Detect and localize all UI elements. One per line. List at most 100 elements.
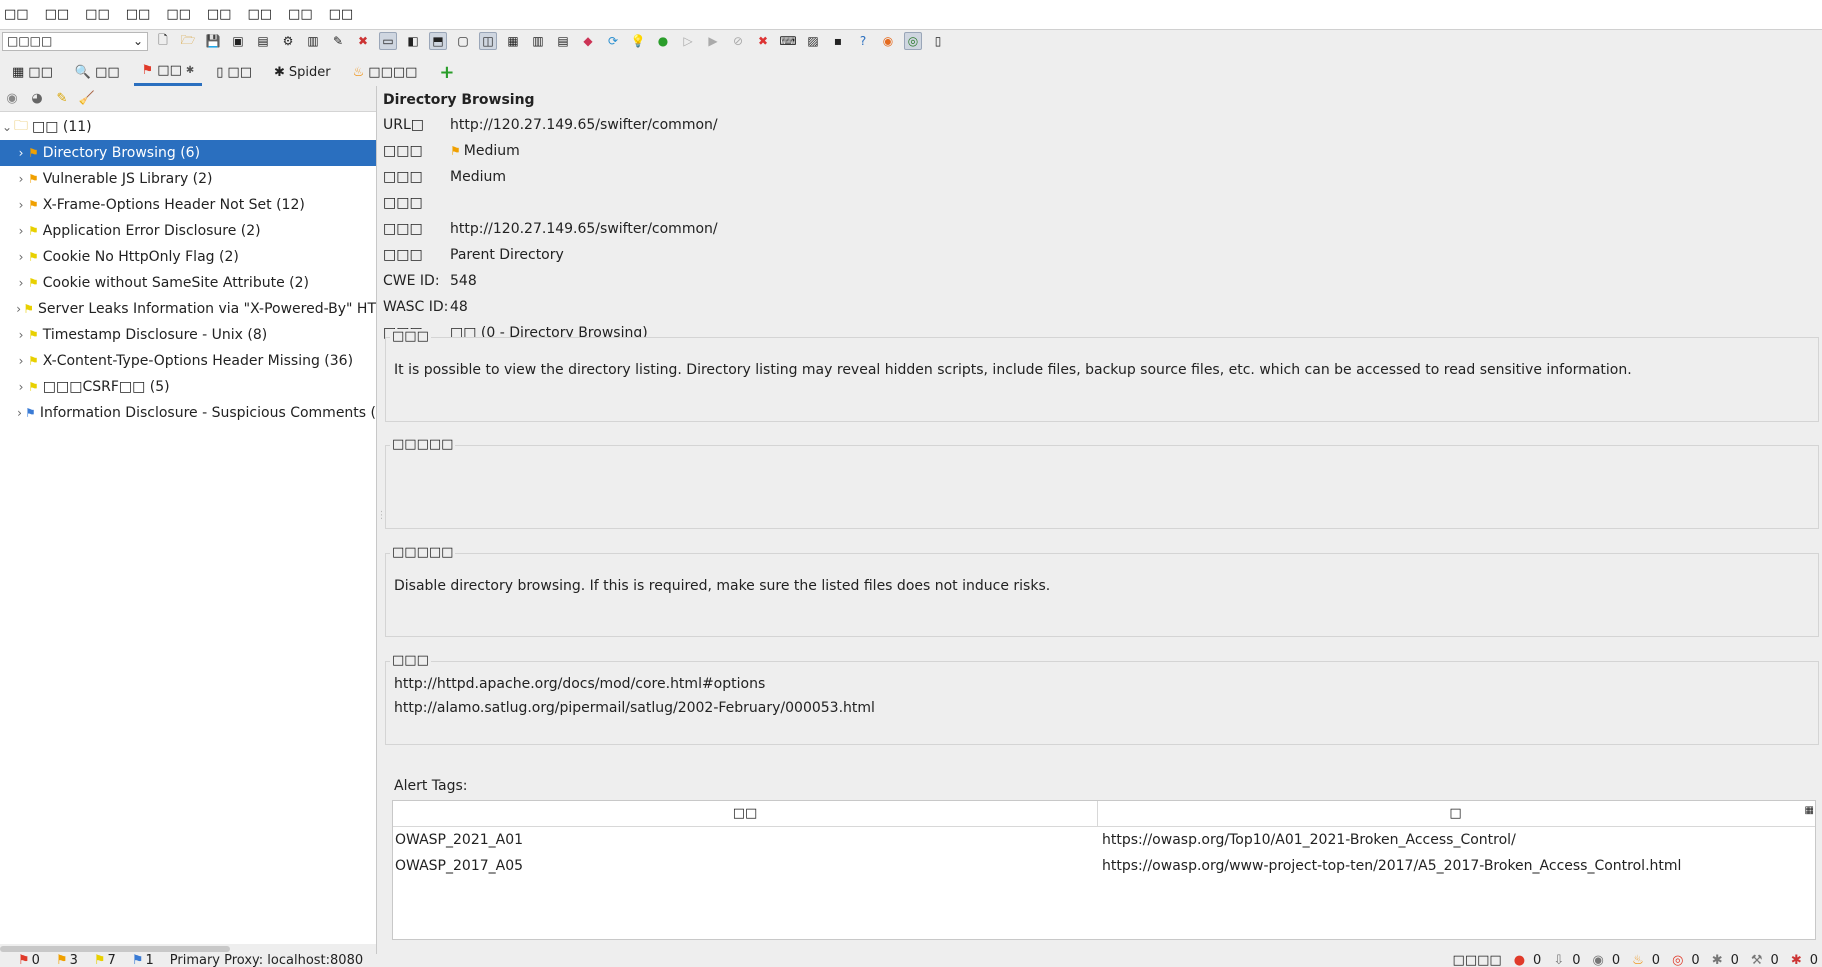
alert-count: ⚑ 7 — [94, 953, 124, 967]
scan-count: ✱ 0 — [1785, 953, 1818, 967]
new-session-icon[interactable]: 🗋 — [154, 32, 172, 50]
chevron-down-icon: ⌄ — [132, 34, 143, 48]
start-icon[interactable]: ● — [654, 32, 672, 50]
show-tab-names-icon[interactable]: ▭ — [379, 32, 397, 50]
layout-grid-icon[interactable]: ▦ — [504, 32, 522, 50]
table-row[interactable]: OWASP_2021_A01 https://owasp.org/Top10/A0… — [393, 827, 1815, 853]
chevron-right-icon[interactable]: › — [14, 224, 28, 238]
column-control-icon[interactable]: ▦ — [1805, 805, 1814, 816]
tree-alert-item[interactable]: › ⚑ Timestamp Disclosure - Unix (8) — [0, 322, 376, 348]
chevron-right-icon[interactable]: › — [14, 302, 23, 316]
layout-left-icon[interactable]: ◧ — [404, 32, 422, 50]
tree-alert-item[interactable]: › ⚑ Information Disclosure - Suspicious Co… — [0, 400, 376, 426]
menu-import[interactable]: □□ — [247, 7, 272, 22]
tab-active-scan[interactable]: ♨ □□□□ — [345, 58, 426, 86]
add-tab-icon[interactable]: + — [439, 58, 454, 86]
tree-alert-item[interactable]: › ⚑ Cookie without SameSite Attribute (2) — [0, 270, 376, 296]
tab-output[interactable]: ▯ □□ — [208, 58, 260, 86]
stop-icon[interactable]: ⊘ — [729, 32, 747, 50]
pin-icon[interactable]: ✱ — [186, 65, 194, 76]
scripts-icon[interactable]: ▨ — [804, 32, 822, 50]
step-icon[interactable]: ▷ — [679, 32, 697, 50]
notes-icon[interactable]: ▯ — [929, 32, 947, 50]
tab-spider[interactable]: ✱ Spider — [266, 58, 339, 86]
tab-alerts[interactable]: ⚑ □□ ✱ — [133, 58, 203, 86]
tab-alerts-label: □□ — [157, 63, 182, 78]
menu-view[interactable]: □□ — [85, 7, 110, 22]
drop-icon[interactable]: ✖ — [754, 32, 772, 50]
refresh-icon[interactable]: ⟳ — [604, 32, 622, 50]
tree-alert-item[interactable]: › ⚑ X-Frame-Options Header Not Set (12) — [0, 192, 376, 218]
tree-alert-item[interactable]: › ⚑ Vulnerable JS Library (2) — [0, 166, 376, 192]
tree-root[interactable]: ⌄ 🗀 □□ (11) — [0, 114, 376, 140]
save-session-icon[interactable]: 💾 — [204, 32, 222, 50]
layout-split-icon[interactable]: ◫ — [479, 32, 497, 50]
tree-alert-label: Vulnerable JS Library (2) — [42, 171, 213, 187]
delete-context-icon[interactable]: ✖ — [354, 32, 372, 50]
tag-link-cell[interactable]: https://owasp.org/Top10/A01_2021-Broken_… — [1098, 832, 1813, 848]
scrollbar-thumb[interactable] — [0, 946, 230, 952]
tree-alert-item[interactable]: › ⚑ Cookie No HttpOnly Flag (2) — [0, 244, 376, 270]
menu-tools[interactable]: □□ — [207, 7, 232, 22]
main-toolbar: □□□□ ⌄ 🗋 🗁 💾 ▣ ▤ ⚙ ▥ ✎ ✖ ▭ ◧ ⬒ ▢ ◫ ▦ ▥ ▤… — [0, 30, 1822, 52]
lightbulb-icon[interactable]: 💡 — [629, 32, 647, 50]
firefox-icon[interactable]: ◉ — [879, 32, 897, 50]
reference-link[interactable]: http://httpd.apache.org/docs/mod/core.ht… — [394, 672, 1804, 696]
continue-icon[interactable]: ▶ — [704, 32, 722, 50]
chevron-right-icon[interactable]: › — [14, 406, 25, 420]
menu-edit[interactable]: □□ — [45, 7, 70, 22]
menu-report[interactable]: □□ — [166, 7, 191, 22]
properties-icon[interactable]: ▥ — [304, 32, 322, 50]
menu-help[interactable]: □□ — [329, 7, 354, 22]
export-icon[interactable]: ▤ — [254, 32, 272, 50]
menu-analyse[interactable]: □□ — [126, 7, 151, 22]
tree-alert-label: □□□CSRF□□ (5) — [42, 379, 170, 395]
reference-link[interactable]: http://alamo.satlug.org/pipermail/satlug… — [394, 696, 1804, 720]
keyboard-icon[interactable]: ⌨ — [779, 32, 797, 50]
layout-rows-icon[interactable]: ▤ — [554, 32, 572, 50]
edit-alert-icon[interactable]: ✎ — [54, 91, 70, 107]
chevron-right-icon[interactable]: › — [14, 172, 28, 186]
broom-icon[interactable]: 🧹 — [79, 91, 95, 107]
column-header-tag[interactable]: □□ — [393, 801, 1098, 826]
tree-alert-item[interactable]: › ⚑ Server Leaks Information via "X-Powere… — [0, 296, 376, 322]
snapshot-icon[interactable]: ▣ — [229, 32, 247, 50]
layout-full-icon[interactable]: ▢ — [454, 32, 472, 50]
chevron-right-icon[interactable]: › — [14, 380, 28, 394]
chevron-right-icon[interactable]: › — [14, 276, 28, 290]
help-icon[interactable]: ? — [854, 32, 872, 50]
layout-columns-icon[interactable]: ▥ — [529, 32, 547, 50]
hud-icon[interactable]: ◎ — [904, 32, 922, 50]
menu-online[interactable]: □□ — [288, 7, 313, 22]
chevron-down-icon[interactable]: ⌄ — [0, 120, 14, 134]
tree-root-label: □□ (11) — [32, 119, 92, 135]
chevron-right-icon[interactable]: › — [14, 250, 28, 264]
tab-bar: ▦ □□ 🔍 □□ ⚑ □□ ✱ ▯ □□ ✱ Spider ♨ □□□□ + — [0, 56, 1822, 86]
tab-history[interactable]: ▦ □□ — [4, 58, 61, 86]
open-session-icon[interactable]: 🗁 — [179, 32, 197, 50]
tab-search[interactable]: 🔍 □□ — [67, 58, 128, 86]
column-header-value[interactable]: □ — [1098, 801, 1813, 826]
menu-file[interactable]: □□ — [4, 7, 29, 22]
chevron-right-icon[interactable]: › — [14, 198, 28, 212]
risk-flag-icon: ⚑ — [23, 302, 35, 316]
addons-icon[interactable]: ◆ — [579, 32, 597, 50]
split-pane-divider[interactable]: ⋮ — [377, 510, 387, 524]
table-row[interactable]: OWASP_2017_A05 https://owasp.org/www-proj… — [393, 853, 1815, 879]
chevron-right-icon[interactable]: › — [14, 146, 28, 160]
edit-context-icon[interactable]: ✎ — [329, 32, 347, 50]
chevron-right-icon[interactable]: › — [14, 354, 28, 368]
scan-count: ● 0 — [1508, 953, 1542, 967]
filter-icon[interactable]: ◉ — [4, 91, 20, 107]
tag-link-cell[interactable]: https://owasp.org/www-project-top-ten/20… — [1098, 858, 1813, 874]
tree-alert-item[interactable]: › ⚑ Application Error Disclosure (2) — [0, 218, 376, 244]
tree-alert-item[interactable]: › ⚑ □□□CSRF□□ (5) — [0, 374, 376, 400]
console-icon[interactable]: ▪ — [829, 32, 847, 50]
tree-alert-item[interactable]: › ⚑ X-Content-Type-Options Header Missing … — [0, 348, 376, 374]
tree-alert-item[interactable]: › ⚑ Directory Browsing (6) — [0, 140, 376, 166]
chevron-right-icon[interactable]: › — [14, 328, 28, 342]
layout-top-icon[interactable]: ⬒ — [429, 32, 447, 50]
gear-icon[interactable]: ⚙ — [279, 32, 297, 50]
mode-select[interactable]: □□□□ ⌄ — [2, 31, 148, 51]
scope-icon[interactable]: ◕ — [29, 91, 45, 107]
